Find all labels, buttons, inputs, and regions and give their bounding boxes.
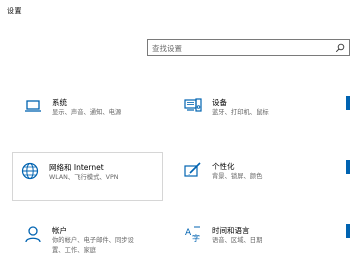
window-title: 设置 — [7, 7, 22, 15]
tile-accounts-desc: 你的帐户、电子邮件、同步设 置、工作、家庭 — [52, 237, 134, 254]
edge-tile-icon — [346, 160, 350, 174]
tile-accounts-title: 帐户 — [52, 226, 67, 235]
tile-system-desc: 显示、声音、通知、电源 — [52, 109, 122, 116]
tile-time-language-title: 时间和语言 — [212, 226, 250, 235]
tile-time-language[interactable]: A 字 时间和语言 语音、区域、日期 — [176, 216, 336, 260]
person-icon — [25, 226, 41, 243]
edge-tile-icon — [346, 96, 350, 110]
tile-devices[interactable]: 设备 蓝牙、打印机、鼠标 — [176, 88, 336, 136]
tile-personalization[interactable]: 个性化 背景、锁屏、颜色 — [176, 152, 336, 200]
tile-system[interactable]: 系统 显示、声音、通知、电源 — [16, 88, 166, 136]
personalization-icon — [184, 162, 201, 177]
tile-network[interactable]: 网络和 Internet WLAN、飞行模式、VPN — [12, 152, 163, 201]
svg-text:A: A — [185, 228, 192, 238]
time-language-icon: A 字 — [185, 226, 200, 243]
devices-icon — [184, 98, 202, 112]
tile-network-desc: WLAN、飞行模式、VPN — [49, 174, 119, 181]
globe-icon — [21, 162, 39, 180]
tile-system-title: 系统 — [52, 98, 67, 107]
tile-network-title: 网络和 Internet — [49, 163, 104, 172]
search-placeholder: 查找设置 — [152, 44, 182, 53]
search-box[interactable]: 查找设置 — [147, 39, 350, 56]
tile-personalization-desc: 背景、锁屏、颜色 — [212, 173, 263, 180]
edge-tile-icon — [346, 224, 350, 238]
tile-accounts[interactable]: 帐户 你的帐户、电子邮件、同步设 置、工作、家庭 — [16, 216, 166, 260]
laptop-icon — [25, 100, 41, 112]
search-icon[interactable] — [335, 43, 345, 53]
tile-devices-desc: 蓝牙、打印机、鼠标 — [212, 109, 269, 116]
tile-personalization-title: 个性化 — [212, 162, 235, 171]
tile-time-language-desc: 语音、区域、日期 — [212, 237, 263, 244]
svg-text:字: 字 — [192, 233, 200, 243]
tile-devices-title: 设备 — [212, 98, 227, 107]
